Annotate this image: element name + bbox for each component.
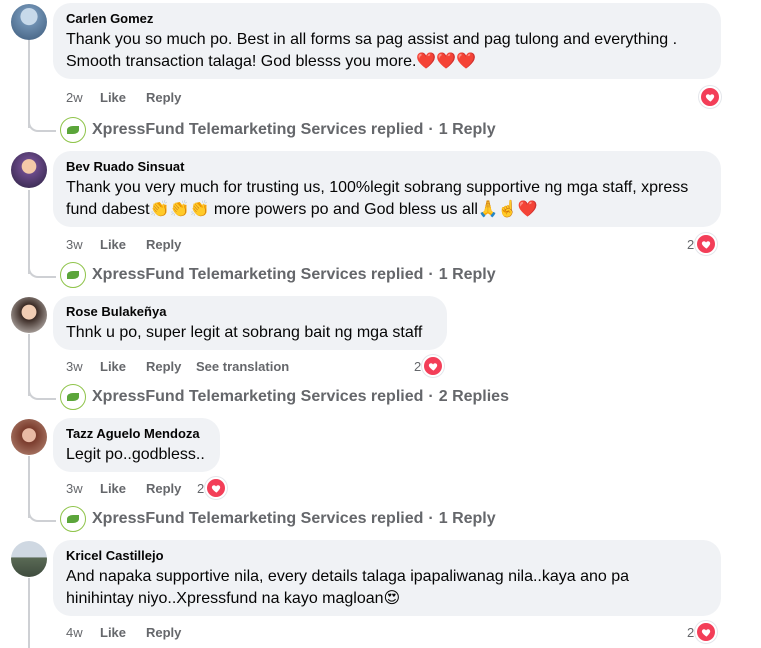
comment-actions: 2w Like Reply	[66, 90, 196, 106]
avatar[interactable]	[11, 4, 47, 40]
reaction-summary[interactable]: 2	[197, 477, 228, 499]
reaction-summary[interactable]: 2	[687, 621, 718, 643]
comment-author[interactable]: Tazz Aguelo Mendoza	[66, 426, 207, 442]
thread-line	[28, 190, 30, 274]
reply-button[interactable]: Reply	[146, 625, 196, 641]
comment-actions: 3w Like Reply	[66, 481, 196, 497]
reaction-summary[interactable]: 2	[414, 355, 445, 377]
thread-line	[28, 578, 30, 648]
page-avatar	[60, 506, 86, 532]
timestamp[interactable]: 3w	[66, 237, 100, 253]
comment-author[interactable]: Carlen Gomez	[66, 11, 708, 27]
comment-bubble: Bev Ruado Sinsuat Thank you very much fo…	[53, 151, 721, 227]
view-replies-link[interactable]: XpressFund Telemarketing Services replie…	[60, 384, 509, 410]
reaction-count: 2	[687, 624, 695, 640]
replied-by-text: XpressFund Telemarketing Services replie…	[92, 510, 424, 527]
reply-button[interactable]: Reply	[146, 237, 196, 253]
page-avatar	[60, 262, 86, 288]
comment-text: Thank you so much po. Best in all forms …	[66, 31, 678, 48]
heart-icon	[422, 355, 445, 377]
comment-text: Thank you very much for trusting us, 100…	[66, 179, 689, 196]
avatar[interactable]	[11, 541, 47, 577]
separator: ·	[428, 510, 434, 527]
reply-branch	[28, 386, 56, 400]
page-avatar	[60, 384, 86, 410]
avatar[interactable]	[11, 297, 47, 333]
comment-actions: 3w Like Reply	[66, 237, 196, 253]
comment-text: Smooth transaction talaga! God blesss yo…	[66, 53, 477, 70]
like-button[interactable]: Like	[100, 237, 146, 253]
timestamp[interactable]: 3w	[66, 481, 100, 497]
reply-button[interactable]: Reply	[146, 90, 196, 106]
timestamp[interactable]: 3w	[66, 359, 100, 375]
comment-text: hinihintay niyo..Xpressfund na kayo magl…	[66, 590, 401, 607]
reaction-summary[interactable]	[698, 86, 721, 108]
comment-author[interactable]: Bev Ruado Sinsuat	[66, 159, 708, 175]
heart-icon	[699, 86, 721, 108]
replies-count: 1 Reply	[438, 510, 496, 527]
reply-branch	[28, 508, 56, 522]
comment-author[interactable]: Rose Bulakeñya	[66, 304, 434, 320]
page-avatar	[60, 117, 86, 143]
comment-actions: 3w Like Reply See translation	[66, 359, 289, 375]
replies-count: 1 Reply	[438, 121, 496, 138]
reaction-summary[interactable]: 2	[687, 233, 718, 255]
comment-text: Thnk u po, super legit at sobrang bait n…	[66, 324, 423, 341]
comment-author[interactable]: Kricel Castillejo	[66, 548, 708, 564]
avatar[interactable]	[11, 152, 47, 188]
comment-text: Legit po..godbless..	[66, 446, 205, 463]
comment-text: fund dabest👏👏👏 more powers po and God bl…	[66, 201, 538, 218]
reply-branch	[28, 264, 56, 278]
comment-bubble: Tazz Aguelo Mendoza Legit po..godbless..	[53, 418, 220, 472]
view-replies-link[interactable]: XpressFund Telemarketing Services replie…	[60, 506, 496, 532]
comment-bubble: Carlen Gomez Thank you so much po. Best …	[53, 3, 721, 79]
like-button[interactable]: Like	[100, 481, 146, 497]
view-replies-link[interactable]: XpressFund Telemarketing Services replie…	[60, 262, 496, 288]
reaction-count: 2	[197, 480, 205, 496]
comment-text: And napaka supportive nila, every detail…	[66, 568, 630, 585]
comment-actions: 4w Like Reply	[66, 625, 196, 641]
like-button[interactable]: Like	[100, 359, 146, 375]
like-button[interactable]: Like	[100, 625, 146, 641]
heart-icon	[695, 233, 718, 255]
reaction-count: 2	[414, 358, 422, 374]
view-replies-link[interactable]: XpressFund Telemarketing Services replie…	[60, 117, 496, 143]
comment-bubble: Rose Bulakeñya Thnk u po, super legit at…	[53, 296, 447, 350]
timestamp[interactable]: 2w	[66, 90, 100, 106]
separator: ·	[428, 388, 434, 405]
replies-count: 2 Replies	[438, 388, 509, 405]
thread-line	[28, 40, 30, 128]
separator: ·	[428, 266, 434, 283]
like-button[interactable]: Like	[100, 90, 146, 106]
separator: ·	[428, 121, 434, 138]
reply-button[interactable]: Reply	[146, 359, 196, 375]
reply-button[interactable]: Reply	[146, 481, 196, 497]
heart-icon	[205, 477, 228, 499]
replied-by-text: XpressFund Telemarketing Services replie…	[92, 121, 424, 138]
comment-bubble: Kricel Castillejo And napaka supportive …	[53, 540, 721, 616]
see-translation-link[interactable]: See translation	[196, 359, 289, 375]
timestamp[interactable]: 4w	[66, 625, 100, 641]
replied-by-text: XpressFund Telemarketing Services replie…	[92, 266, 424, 283]
replied-by-text: XpressFund Telemarketing Services replie…	[92, 388, 424, 405]
reply-branch	[28, 118, 56, 132]
heart-icon	[695, 621, 718, 643]
reaction-count: 2	[687, 236, 695, 252]
replies-count: 1 Reply	[438, 266, 496, 283]
avatar[interactable]	[11, 419, 47, 455]
